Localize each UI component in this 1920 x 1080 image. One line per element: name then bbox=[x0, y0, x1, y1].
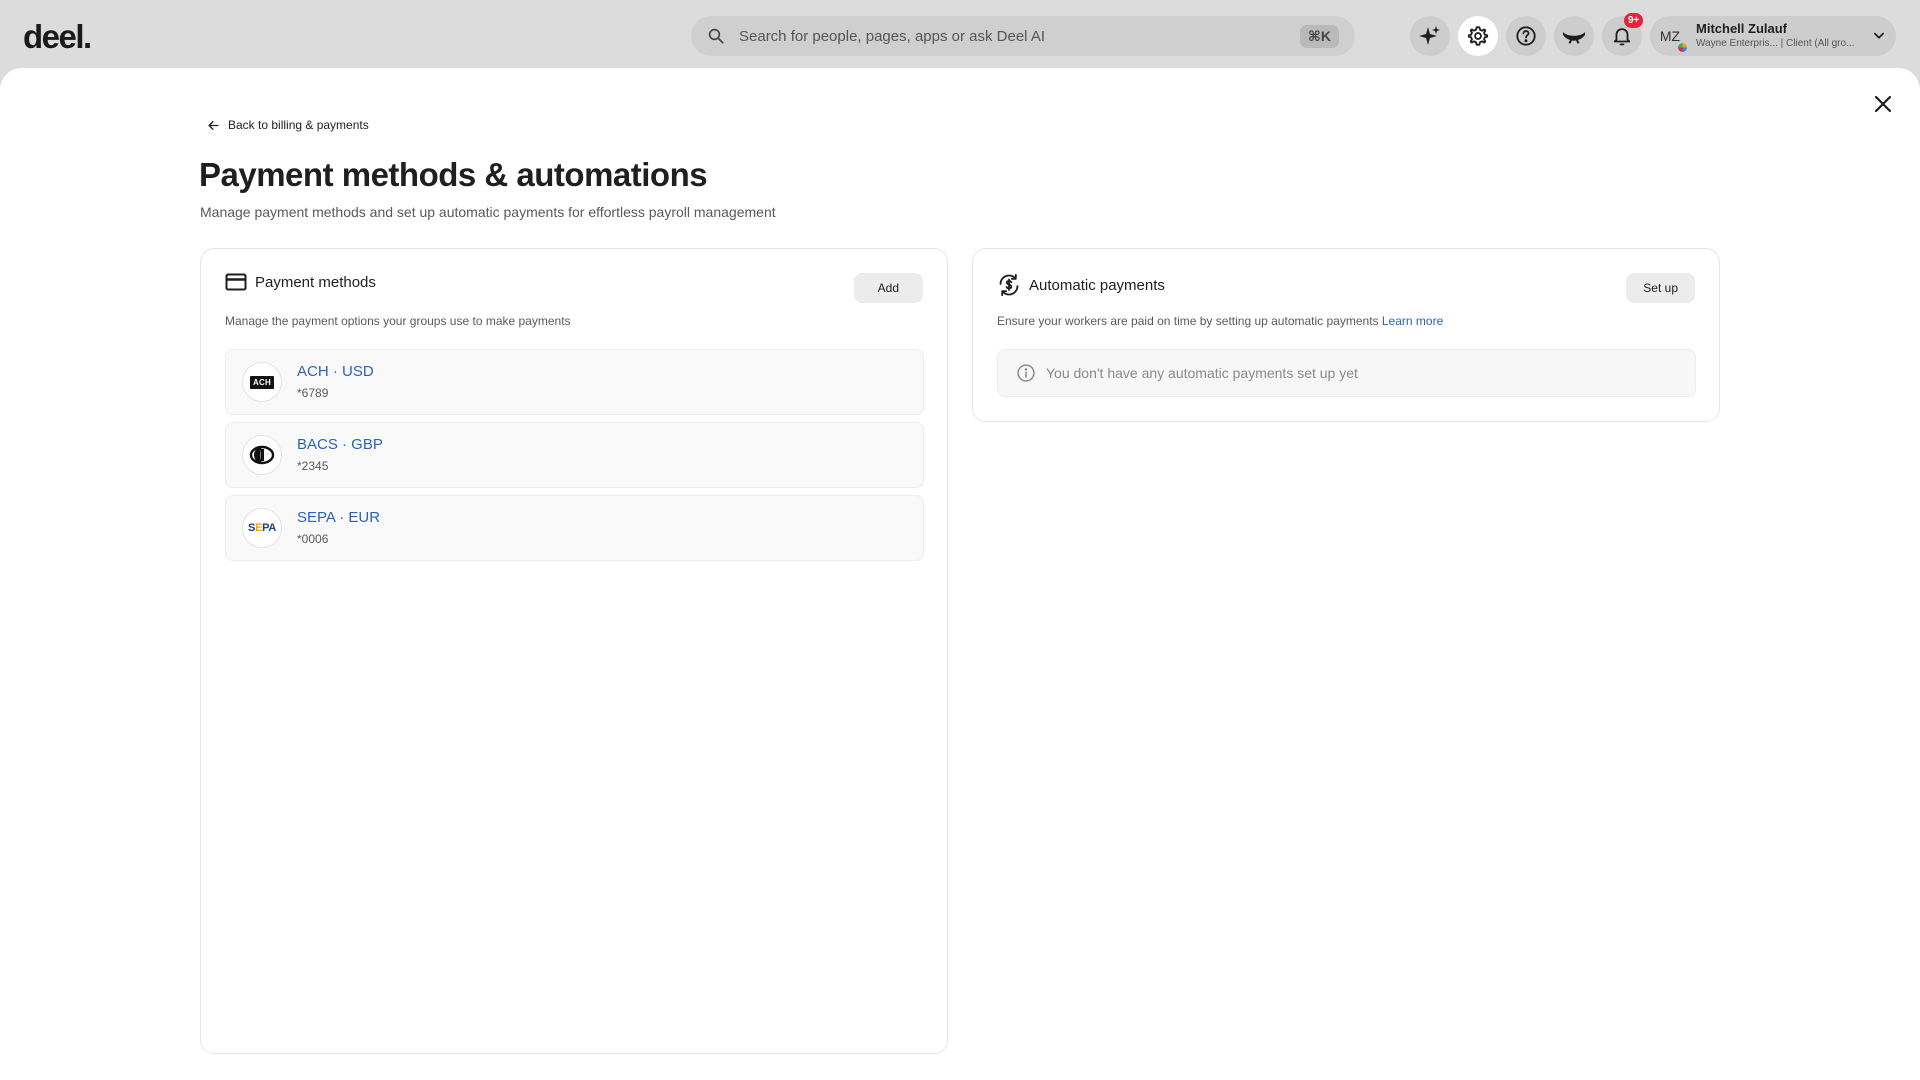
deel-logo[interactable]: deel. bbox=[23, 18, 92, 56]
payment-method-account-number: *0006 bbox=[297, 532, 329, 546]
payment-methods-sheet: Back to billing & payments Payment metho… bbox=[0, 68, 1920, 1080]
avatar-initials: MZ bbox=[1659, 28, 1681, 44]
close-icon[interactable] bbox=[1874, 95, 1892, 113]
payment-methods-description: Manage the payment options your groups u… bbox=[225, 314, 571, 328]
page-subtitle: Manage payment methods and set up automa… bbox=[200, 204, 776, 220]
automatic-payments-description-text: Ensure your workers are paid on time by … bbox=[997, 314, 1379, 328]
bell-icon bbox=[1613, 28, 1631, 46]
add-payment-method-button[interactable]: Add bbox=[853, 273, 923, 303]
user-menu[interactable]: MZ Mitchell Zulauf Wayne Enterpris... | … bbox=[1650, 16, 1896, 56]
info-icon bbox=[1017, 364, 1035, 382]
privacy-mask-button[interactable] bbox=[1554, 16, 1594, 56]
automatic-payments-description: Ensure your workers are paid on time by … bbox=[997, 314, 1443, 328]
ach-logo-icon: ACH bbox=[242, 362, 282, 402]
setup-automatic-payments-button[interactable]: Set up bbox=[1626, 273, 1695, 303]
global-search[interactable]: ⌘K bbox=[691, 16, 1355, 56]
payment-methods-card: Payment methods Add Manage the payment o… bbox=[200, 248, 948, 1054]
sepa-logo-icon: SEPA bbox=[242, 508, 282, 548]
chevron-down-icon bbox=[1874, 32, 1884, 39]
avatar: MZ bbox=[1652, 18, 1688, 54]
org-logo-icon bbox=[1677, 42, 1688, 53]
top-bar: deel. ⌘K 9+ MZ Mitchell Zulauf Wayne Ent… bbox=[0, 0, 1920, 70]
search-input[interactable] bbox=[739, 27, 1300, 45]
help-icon bbox=[1516, 26, 1536, 46]
ai-sparkle-button[interactable] bbox=[1410, 16, 1450, 56]
payment-method-name: BACS · GBP bbox=[297, 436, 383, 453]
help-button[interactable] bbox=[1506, 16, 1546, 56]
payment-method-list: ACH ACH · USD *6789 BACS · GBP *2345 SEP… bbox=[225, 349, 924, 568]
payment-method-sepa-eur[interactable]: SEPA SEPA · EUR *0006 bbox=[225, 495, 924, 561]
user-name: Mitchell Zulauf bbox=[1696, 21, 1787, 36]
eye-closed-icon bbox=[1563, 32, 1585, 44]
settings-button[interactable] bbox=[1458, 16, 1498, 56]
payment-method-account-number: *2345 bbox=[297, 459, 329, 473]
learn-more-link[interactable]: Learn more bbox=[1382, 314, 1443, 328]
automatic-payments-title: Automatic payments bbox=[1029, 276, 1165, 294]
sync-dollar-icon bbox=[999, 273, 1019, 297]
back-to-billing-link[interactable]: Back to billing & payments bbox=[207, 118, 369, 132]
notification-count-badge: 9+ bbox=[1624, 13, 1644, 28]
payment-methods-title: Payment methods bbox=[255, 273, 376, 291]
automatic-payments-empty-state: You don't have any automatic payments se… bbox=[997, 349, 1696, 397]
bacs-mark-icon bbox=[249, 445, 275, 465]
automatic-payments-card: Automatic payments Set up Ensure your wo… bbox=[972, 248, 1720, 422]
sepa-logo-text: SEPA bbox=[248, 522, 276, 534]
sparkle-icon bbox=[1419, 26, 1440, 45]
payment-method-ach-usd[interactable]: ACH ACH · USD *6789 bbox=[225, 349, 924, 415]
search-icon bbox=[708, 28, 724, 44]
arrow-left-icon bbox=[208, 120, 219, 130]
empty-state-text: You don't have any automatic payments se… bbox=[1046, 365, 1358, 381]
gear-icon bbox=[1467, 26, 1489, 46]
user-org-role: Wayne Enterpris... | Client (All gro... bbox=[1696, 38, 1855, 49]
payment-method-name: SEPA · EUR bbox=[297, 509, 381, 526]
ach-logo-text: ACH bbox=[250, 375, 274, 389]
payment-method-bacs-gbp[interactable]: BACS · GBP *2345 bbox=[225, 422, 924, 488]
payment-method-name: ACH · USD bbox=[297, 363, 374, 380]
search-shortcut-hint: ⌘K bbox=[1299, 24, 1339, 48]
back-link-label: Back to billing & payments bbox=[228, 118, 369, 132]
payment-method-account-number: *6789 bbox=[297, 386, 329, 400]
page-title: Payment methods & automations bbox=[199, 156, 708, 193]
credit-card-icon bbox=[225, 273, 247, 291]
bacs-logo-icon bbox=[242, 435, 282, 475]
